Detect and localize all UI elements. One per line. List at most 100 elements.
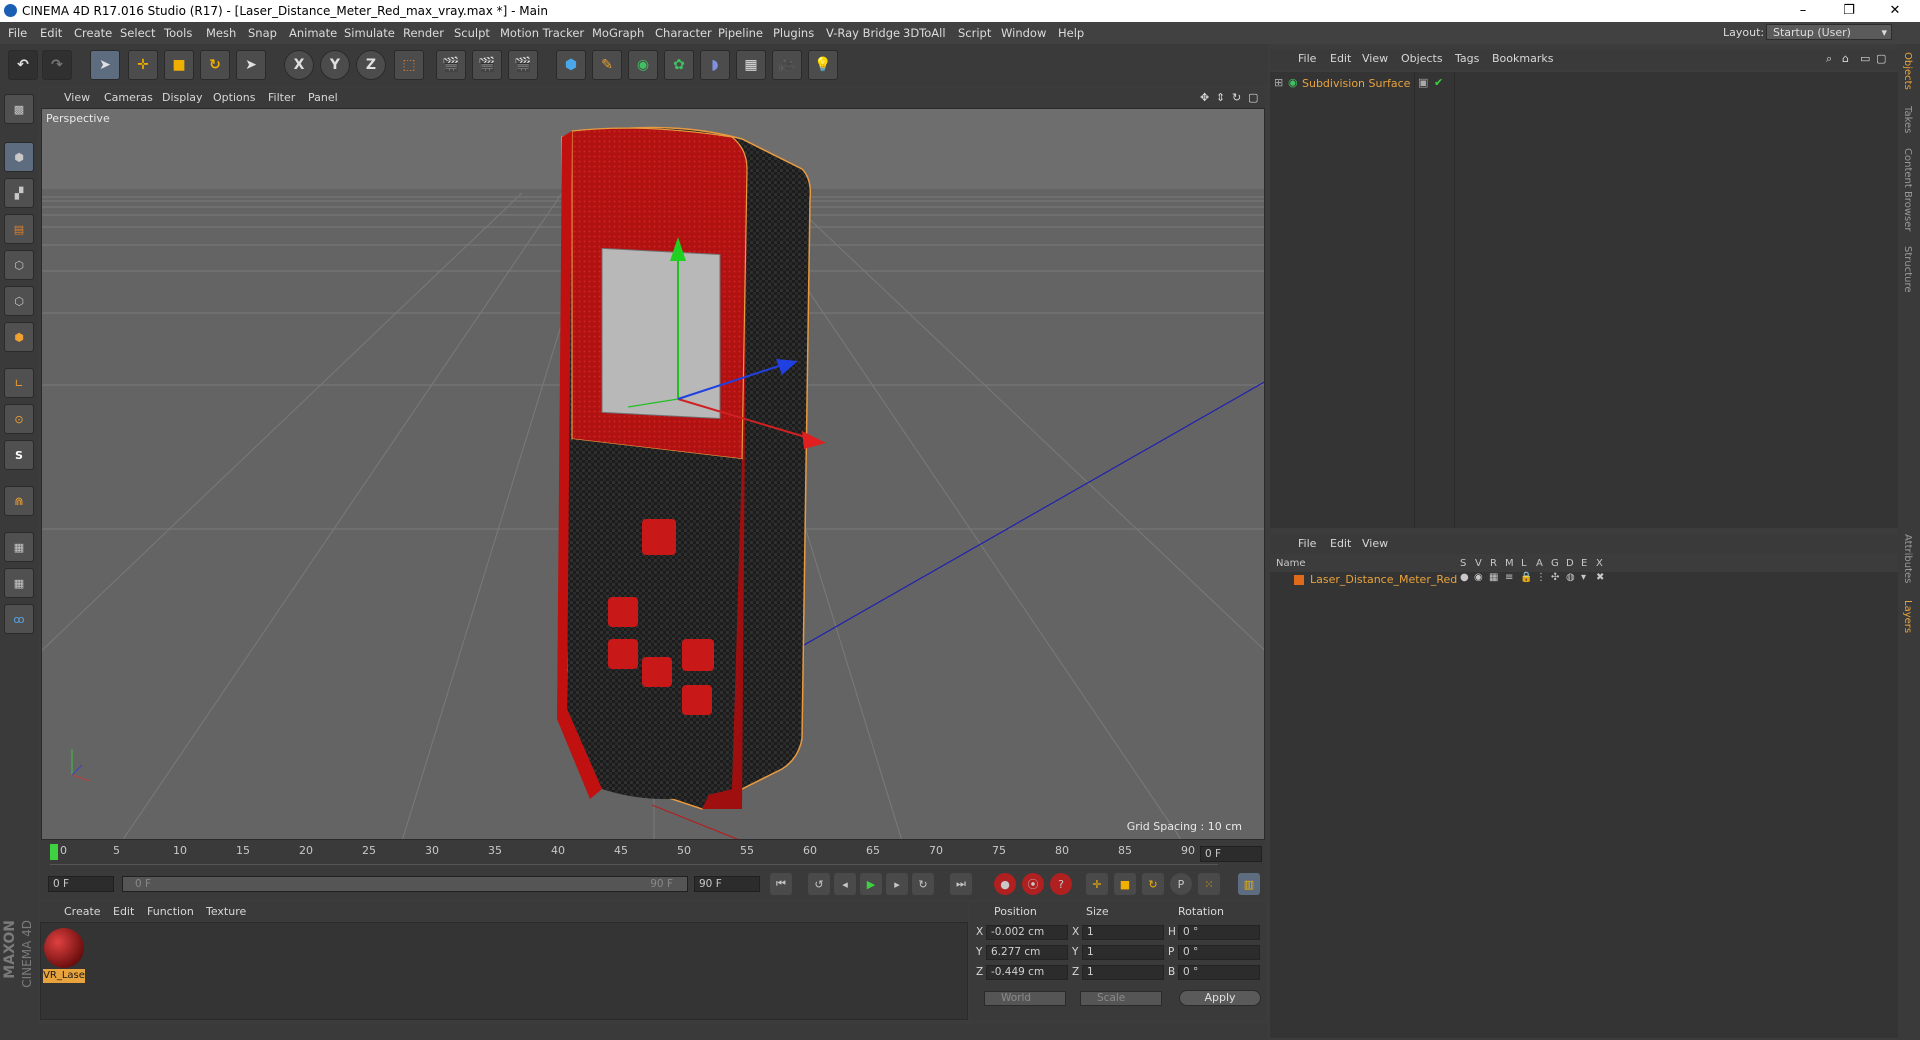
tab-content-browser[interactable]: Content Browser [1902, 148, 1913, 231]
tab-objects[interactable]: Objects [1902, 52, 1913, 90]
menu-create[interactable]: Create [74, 26, 112, 40]
tab-attributes[interactable]: Attributes [1902, 534, 1913, 583]
layout-dropdown[interactable]: Startup (User) ▾ [1766, 24, 1892, 40]
object-menu-objects[interactable]: Objects [1401, 52, 1443, 65]
next-frame-button[interactable]: ▸ [886, 873, 908, 895]
menu-animate[interactable]: Animate [289, 26, 337, 40]
make-editable-button[interactable]: ▩ [4, 94, 34, 124]
search-icon[interactable]: ⌕ [1826, 52, 1832, 66]
xref-icon[interactable]: ✖ [1596, 572, 1604, 583]
viewport-rotate-icon[interactable]: ↻ [1232, 91, 1241, 104]
viewport-menu-options[interactable]: Options [213, 91, 255, 104]
keyframe-selection-button[interactable]: ? [1050, 873, 1072, 895]
next-key-button[interactable]: ↻ [912, 873, 934, 895]
menu-mograph[interactable]: MoGraph [592, 26, 644, 40]
snapping-button[interactable]: S [4, 440, 34, 470]
render-settings-button[interactable]: 🎬 [508, 50, 538, 80]
workplane-rotate-button[interactable]: ▦ [4, 568, 34, 598]
viewport-zoom-icon[interactable]: ⇕ [1216, 91, 1225, 104]
menu-select[interactable]: Select [120, 26, 155, 40]
eye-icon[interactable]: ◉ [1474, 572, 1483, 583]
minimize-button[interactable]: – [1786, 2, 1820, 20]
coordinate-system-button[interactable]: ⬚ [394, 50, 424, 80]
viewport-menu-filter[interactable]: Filter [268, 91, 295, 104]
timeline-window-button[interactable]: ▥ [1238, 873, 1260, 895]
lock-workplane-button[interactable]: ▦ [4, 532, 34, 562]
viewport-menu-panel[interactable]: Panel [308, 91, 338, 104]
menu-character[interactable]: Character [655, 26, 712, 40]
points-mode-button[interactable]: ⬡ [4, 250, 34, 280]
menu-snap[interactable]: Snap [248, 26, 277, 40]
menu-script[interactable]: Script [958, 26, 991, 40]
layer-menu-view[interactable]: View [1362, 537, 1388, 550]
layer-menu-file[interactable]: File [1298, 537, 1316, 550]
perspective-viewport[interactable]: Perspective Grid Spacing : 10 cm [41, 108, 1265, 840]
menu-motion-tracker[interactable]: Motion Tracker [500, 26, 584, 40]
render-icon[interactable]: ▦ [1489, 572, 1498, 583]
magnet-button[interactable]: ⋒ [4, 486, 34, 516]
live-selection-button[interactable]: ➤ [236, 50, 266, 80]
position-x-field[interactable]: -0.002 cm [986, 925, 1068, 940]
material-menu-function[interactable]: Function [147, 905, 194, 918]
object-row[interactable]: ⊞ ◉ Subdivision Surface ▣ ✔ [1270, 76, 1898, 92]
layer-menu-edit[interactable]: Edit [1330, 537, 1351, 550]
material-menu-create[interactable]: Create [64, 905, 101, 918]
manager-icon[interactable]: ≡ [1505, 572, 1513, 583]
object-menu-file[interactable]: File [1298, 52, 1316, 65]
axis-mode-button[interactable]: ∟ [4, 368, 34, 398]
render-picture-viewer-button[interactable]: 🎬 [472, 50, 502, 80]
edges-mode-button[interactable]: ⬡ [4, 286, 34, 316]
add-spline-button[interactable]: ✎ [592, 50, 622, 80]
viewport-move-icon[interactable]: ✥ [1200, 91, 1209, 104]
apply-button[interactable]: Apply [1179, 990, 1261, 1006]
y-axis-lock-button[interactable]: Y [320, 50, 350, 80]
rotation-p-field[interactable]: 0 ° [1178, 945, 1260, 960]
current-frame-field[interactable]: 0 F [48, 876, 114, 892]
tab-takes[interactable]: Takes [1902, 106, 1913, 133]
x-axis-lock-button[interactable]: X [284, 50, 314, 80]
generators-icon[interactable]: ✣ [1551, 572, 1559, 583]
max-frame-field[interactable]: 90 F [694, 876, 760, 892]
menu-vray-bridge[interactable]: V-Ray Bridge [826, 26, 900, 40]
playhead[interactable] [50, 844, 58, 860]
previous-key-button[interactable]: ↺ [808, 873, 830, 895]
model-mode-button[interactable]: ⬢ [4, 142, 34, 172]
go-to-start-button[interactable]: ⏮ [770, 873, 792, 895]
restore-button[interactable]: ❐ [1832, 2, 1866, 20]
scale-tool-button[interactable]: ■ [164, 50, 194, 80]
layer-row[interactable]: Laser_Distance_Meter_Red ● ◉ ▦ ≡ 🔒 ⋮ ✣ ◍… [1270, 572, 1898, 588]
menu-help[interactable]: Help [1058, 26, 1084, 40]
key-position-button[interactable]: ✛ [1086, 873, 1108, 895]
solo-icon[interactable]: ● [1460, 572, 1469, 583]
material-swatch[interactable]: VR_Lase [43, 927, 85, 985]
menu-mesh[interactable]: Mesh [206, 26, 236, 40]
add-cube-button[interactable]: ⬢ [556, 50, 586, 80]
timeline-ruler[interactable]: 0 5 10 15 20 25 30 35 40 45 50 55 60 65 … [40, 840, 1265, 868]
rotate-tool-button[interactable]: ↻ [200, 50, 230, 80]
viewport-menu-cameras[interactable]: Cameras [104, 91, 153, 104]
add-deformer-button[interactable]: ◗ [700, 50, 730, 80]
lock-icon[interactable]: 🔒 [1520, 572, 1532, 583]
expand-icon[interactable]: ⊞ [1274, 76, 1283, 89]
go-to-end-button[interactable]: ⏭ [950, 873, 972, 895]
key-parameter-button[interactable]: P [1170, 873, 1192, 895]
expressions-icon[interactable]: ▾ [1581, 572, 1586, 583]
layer-color-swatch[interactable] [1294, 575, 1304, 585]
menu-edit[interactable]: Edit [40, 26, 62, 40]
animation-icon[interactable]: ⋮ [1536, 572, 1546, 583]
frame-range-slider[interactable]: 0 F 90 F [122, 876, 688, 892]
tab-structure[interactable]: Structure [1902, 246, 1913, 293]
play-button[interactable]: ▶ [860, 873, 882, 895]
previous-frame-button[interactable]: ◂ [834, 873, 856, 895]
menu-window[interactable]: Window [1001, 26, 1046, 40]
tab-layers[interactable]: Layers [1902, 600, 1913, 633]
menu-simulate[interactable]: Simulate [344, 26, 395, 40]
add-camera-button[interactable]: 🎥 [772, 50, 802, 80]
layer-tag-icon[interactable]: ▣ [1418, 76, 1428, 89]
rotation-b-field[interactable]: 0 ° [1178, 965, 1260, 980]
size-mode-dropdown[interactable]: Scale [1080, 991, 1162, 1006]
menu-sculpt[interactable]: Sculpt [454, 26, 490, 40]
render-view-button[interactable]: 🎬 [436, 50, 466, 80]
object-menu-tags[interactable]: Tags [1455, 52, 1479, 65]
position-z-field[interactable]: -0.449 cm [986, 965, 1068, 980]
